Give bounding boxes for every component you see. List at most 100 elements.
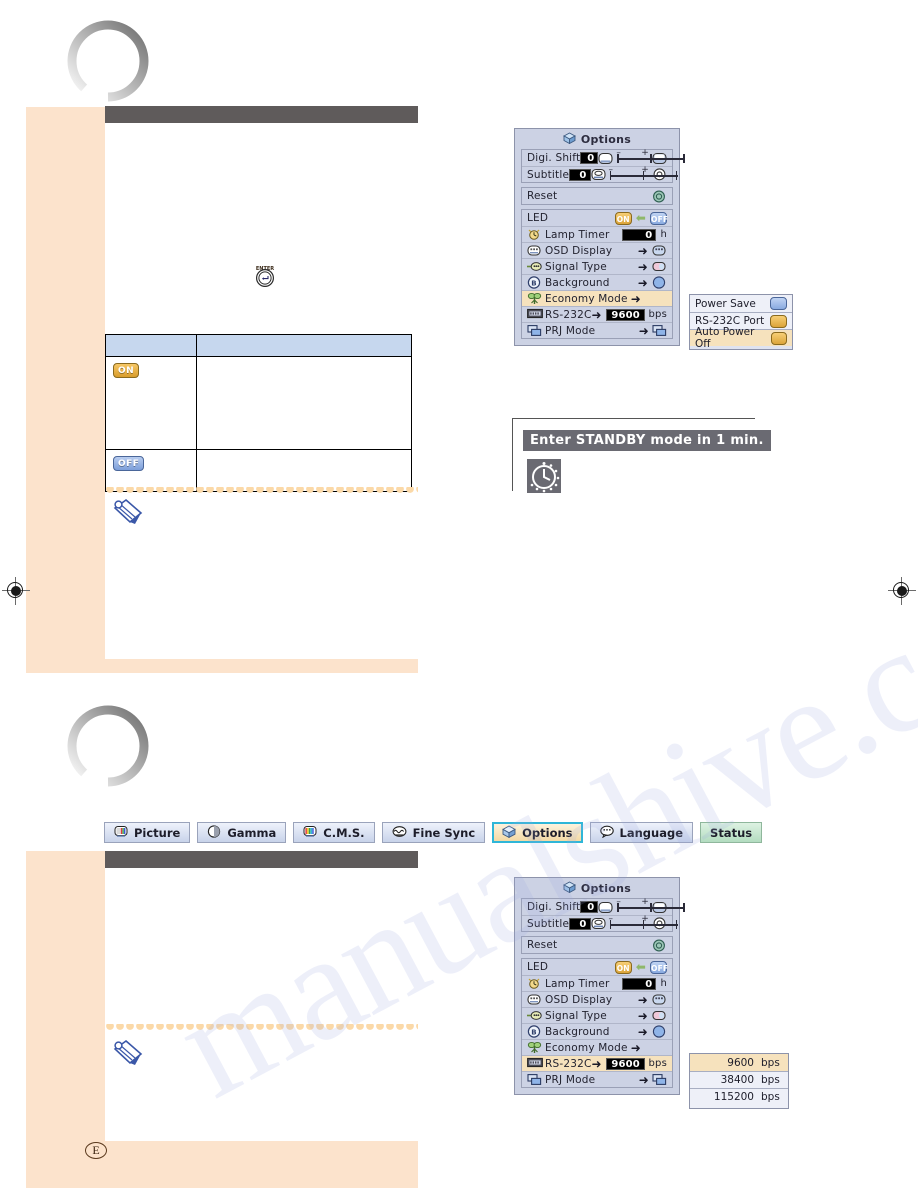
led-toggle-on[interactable]: ON (614, 960, 632, 974)
osd-row-background[interactable]: B Background ➜ (522, 1023, 672, 1039)
right-arrow-icon: ➜ (637, 1008, 648, 1023)
spec-table-body: ON OFF (105, 356, 412, 492)
osd-row-osd-display[interactable]: OSD Display ➜ (522, 991, 672, 1007)
power-save-toggle[interactable] (770, 297, 787, 310)
popup-item-power-save[interactable]: Power Save (690, 295, 792, 312)
osd-row-led[interactable]: LED ON ⬅ OFF (522, 959, 672, 975)
lamp-timer-icon (527, 228, 542, 241)
led-toggle-off[interactable]: OFF (650, 960, 668, 974)
table-header-row (105, 334, 412, 357)
economy-mode-popup[interactable]: Power Save RS-232C Port Auto Power Off (689, 294, 793, 350)
osd-display-icon (652, 993, 667, 1006)
osd-slider-digi-shift[interactable]: – + (616, 897, 686, 913)
osd-label-reset: Reset (527, 939, 558, 951)
tab-cms[interactable]: C.M.S. (293, 822, 375, 843)
osd-slider-subtitle[interactable]: – + (609, 165, 678, 181)
osd-slider-subtitle[interactable]: – + (609, 914, 678, 930)
auto-power-off-toggle[interactable] (770, 331, 787, 345)
osd-menu-options-bottom[interactable]: Options Digi. Shift 0 – + Subtitle 0 – +… (514, 877, 686, 1095)
registration-mark-right (888, 577, 916, 605)
reset-icon (652, 190, 667, 203)
background-blue-icon (652, 276, 667, 289)
baud-option-115200[interactable]: 115200 bps (690, 1088, 788, 1105)
osd-row-signal-type[interactable]: Signal Type ➜ (522, 1007, 672, 1023)
tab-fine-sync[interactable]: Fine Sync (381, 822, 486, 843)
left-arrow-icon: ⬅ (635, 960, 646, 974)
osd-display-icon (527, 993, 542, 1006)
right-arrow-icon: ➜ (630, 1040, 641, 1055)
osd-value-digi-shift: 0 (580, 901, 599, 913)
left-arrow-icon: ⬅ (635, 211, 646, 225)
menu-tab-bar[interactable]: Picture Gamma C.M.S. Fine Sync Options L… (104, 822, 763, 843)
osd-group-settings-bottom: LED ON ⬅ OFF Lamp Timer 0 h OSD Display … (521, 958, 673, 1088)
popup-item-auto-power-off[interactable]: Auto Power Off (690, 326, 792, 350)
osd-row-led[interactable]: LED ON ⬅ OFF (522, 210, 672, 226)
osd-label-led: LED (527, 212, 549, 224)
section-number-ring-2 (62, 705, 154, 787)
osd-row-signal-type[interactable]: Signal Type ➜ (522, 258, 672, 274)
right-arrow-icon: ➜ (637, 243, 648, 258)
table-row: OFF (105, 449, 412, 492)
note-separator-top-2 (105, 1024, 418, 1033)
osd-value-lamp-timer: 0 (622, 977, 657, 990)
signal-type-icon (527, 260, 542, 273)
osd-row-lamp-timer[interactable]: Lamp Timer 0 h (522, 226, 672, 242)
background-icon: B (527, 276, 542, 289)
spec-table-head (105, 334, 412, 357)
osd-label-reset: Reset (527, 190, 558, 202)
tab-language[interactable]: Language (589, 822, 694, 843)
osd-row-economy-mode[interactable]: Economy Mode ➜ (522, 290, 672, 306)
osd-title-bottom: Options (515, 878, 679, 898)
rs232c-icon (527, 1057, 543, 1070)
tab-label-cms: C.M.S. (323, 825, 365, 840)
led-toggle-on[interactable]: ON (614, 211, 632, 225)
svg-text:B: B (531, 279, 537, 287)
tab-gamma[interactable]: Gamma (197, 822, 287, 843)
osd-display-icon (527, 244, 542, 257)
shift-up-icon (598, 901, 613, 914)
osd-row-subtitle[interactable]: Subtitle 0 – + (522, 165, 678, 182)
osd-row-prj-mode[interactable]: PRJ Mode ➜ (522, 322, 672, 338)
osd-group-reset-bottom: Reset (521, 936, 673, 954)
tab-picture[interactable]: Picture (104, 822, 191, 843)
osd-row-background[interactable]: B Background ➜ (522, 274, 672, 290)
note-separator-top-1 (105, 487, 418, 496)
osd-row-subtitle[interactable]: Subtitle 0 – + (522, 914, 678, 931)
economy-tree-icon (527, 1041, 542, 1054)
osd-row-digi-shift[interactable]: Digi. Shift 0 – + (522, 897, 686, 915)
baud-option-9600[interactable]: 9600 bps (690, 1054, 788, 1071)
osd-row-reset[interactable]: Reset (522, 937, 672, 953)
background-blue-icon (652, 1025, 667, 1038)
osd-slider-digi-shift[interactable]: – + (616, 148, 686, 164)
baud-unit: bps (761, 1056, 780, 1069)
osd-label-economy-mode: Economy Mode (545, 292, 628, 305)
osd-value-rs232c: 9600 (605, 308, 646, 321)
baud-value-115200: 115200 (713, 1091, 754, 1103)
osd-label-digi-shift: Digi. Shift (527, 152, 581, 164)
tab-options[interactable]: Options (492, 822, 583, 843)
options-cube-icon (502, 824, 517, 841)
osd-row-digi-shift[interactable]: Digi. Shift 0 – + (522, 148, 686, 166)
rs232c-port-toggle[interactable] (770, 314, 787, 328)
osd-row-reset[interactable]: Reset (522, 188, 672, 204)
osd-unit-lamp-timer: h (660, 978, 667, 989)
osd-label-subtitle: Subtitle (527, 168, 570, 181)
osd-row-osd-display[interactable]: OSD Display ➜ (522, 242, 672, 258)
tab-label-picture: Picture (134, 825, 181, 840)
baud-option-38400[interactable]: 38400 bps (690, 1071, 788, 1088)
osd-row-rs232c[interactable]: RS-232C ➜ 9600 bps (522, 1055, 672, 1071)
led-toggle-off[interactable]: OFF (650, 211, 668, 225)
osd-row-economy-mode[interactable]: Economy Mode ➜ (522, 1039, 672, 1055)
tab-status[interactable]: Status (700, 822, 763, 843)
osd-row-prj-mode[interactable]: PRJ Mode ➜ (522, 1071, 672, 1087)
signal-type-icon (652, 260, 667, 273)
tab-label-language: Language (619, 825, 684, 840)
options-cube-icon (562, 131, 576, 147)
osd-row-lamp-timer[interactable]: Lamp Timer 0 h (522, 975, 672, 991)
osd-row-rs232c[interactable]: RS-232C ➜ 9600 bps (522, 306, 672, 322)
osd-menu-options-top[interactable]: Options Digi. Shift 0 – + Subtitle 0 – +… (514, 128, 686, 346)
registration-mark-left (2, 577, 30, 605)
gamma-icon (207, 824, 221, 841)
section-header-bar-1 (105, 106, 418, 123)
baud-rate-popup[interactable]: 9600 bps 38400 bps 115200 bps (689, 1053, 789, 1109)
